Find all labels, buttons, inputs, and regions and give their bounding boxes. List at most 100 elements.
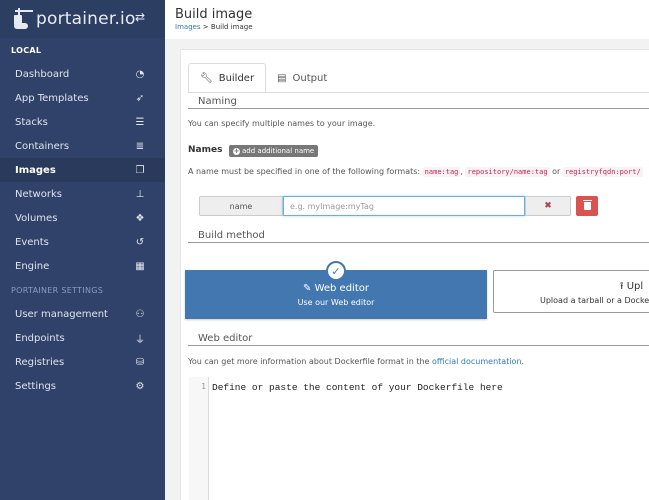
cubes-icon: ❖ <box>135 212 145 224</box>
tab-label: Builder <box>218 72 255 84</box>
section-local-header: LOCAL <box>0 38 165 62</box>
line-number: 1 <box>201 382 206 391</box>
web-editor-option-subtitle: Use our Web editor <box>297 298 375 307</box>
database-icon: ⛁ <box>135 356 145 368</box>
sidebar-item-label: Registries <box>15 356 65 368</box>
image-name-row: name ✖ <box>199 196 571 216</box>
add-additional-name-button[interactable]: + add additional name <box>229 145 319 157</box>
tab-bar: 🔧︎ Builder ▤ Output <box>188 63 338 93</box>
sidebar-item-registries[interactable]: Registries ⛁ <box>0 350 165 374</box>
times-icon: ✖ <box>544 201 552 211</box>
breadcrumb-current: Build image <box>210 23 253 31</box>
sidebar-item-endpoints[interactable]: Endpoints ⏚ <box>0 326 165 350</box>
sidebar-item-label: Images <box>15 164 56 176</box>
naming-section-title: Naming <box>198 96 237 107</box>
portainer-logo-icon[interactable] <box>14 7 34 31</box>
naming-help-text: You can specify multiple names to your i… <box>188 119 376 128</box>
breadcrumb-separator: > <box>200 23 211 31</box>
breadcrumb-link-images[interactable]: Images <box>175 23 201 31</box>
image-name-input[interactable] <box>283 196 525 216</box>
sidebar-item-label: Volumes <box>15 212 58 224</box>
sidebar-item-label: Settings <box>15 380 57 392</box>
upload-option-subtitle: Upload a tarball or a Docke <box>540 296 649 305</box>
remove-name-button[interactable] <box>576 196 598 216</box>
naming-section-rule <box>188 108 649 109</box>
sidebar-item-label: Engine <box>15 260 50 272</box>
tachometer-icon: ◔ <box>135 68 145 80</box>
editor-placeholder-line: Define or paste the content of your Dock… <box>212 382 503 393</box>
web-editor-option-title: ✎ Web editor <box>185 283 487 294</box>
help-suffix: . <box>521 357 525 366</box>
edit-icon: ✎ <box>303 283 312 294</box>
name-addon-label: name <box>199 196 283 216</box>
sidebar-item-label: Networks <box>15 188 62 200</box>
official-documentation-link[interactable]: official documentation <box>432 357 522 366</box>
names-label: Names <box>188 145 223 155</box>
add-additional-name-label: add additional name <box>242 147 315 155</box>
wrench-icon: 🔧︎ <box>200 72 213 84</box>
build-method-upload[interactable]: ⭱ Upl Upload a tarball or a Docke <box>493 270 649 313</box>
cogs-icon: ⚙ <box>135 380 145 392</box>
sidebar-item-app-templates[interactable]: App Templates ➶ <box>0 86 165 110</box>
sidebar-item-user-management[interactable]: User management ⚇ <box>0 302 165 326</box>
upload-icon: ⭱ <box>620 281 624 292</box>
sidebar-item-events[interactable]: Events ↺ <box>0 230 165 254</box>
dockerfile-editor[interactable]: 1 Define or paste the content of your Do… <box>189 377 649 500</box>
format-registry-fqdn: registryfqdn:port/ <box>562 167 643 177</box>
format-repository-name-tag: repository/name:tag <box>465 167 550 177</box>
clone-icon: ❐ <box>135 164 145 176</box>
app-root: portainer.io ⇄ LOCAL Dashboard ◔ App Tem… <box>0 0 649 500</box>
build-method-section-rule <box>188 242 649 243</box>
format-or: or <box>549 167 563 176</box>
sidebar-item-label: Events <box>15 236 49 248</box>
sidebar-item-label: User management <box>15 308 108 320</box>
upload-option-label: Upl <box>626 281 644 292</box>
brand-name[interactable]: portainer.io <box>36 9 136 29</box>
th-list-icon: ☰ <box>135 116 145 128</box>
sidebar-item-stacks[interactable]: Stacks ☰ <box>0 110 165 134</box>
sidebar-item-label: App Templates <box>15 92 89 104</box>
users-icon: ⚇ <box>135 308 145 320</box>
format-prefix: A name must be specified in one of the f… <box>188 167 423 176</box>
tab-output[interactable]: ▤ Output <box>266 63 338 93</box>
history-icon: ↺ <box>135 236 145 248</box>
rocket-icon: ➶ <box>135 92 145 104</box>
web-editor-option-label: Web editor <box>314 283 369 294</box>
section-settings-header: PORTAINER SETTINGS <box>11 285 104 295</box>
format-name-tag: name:tag <box>422 167 461 177</box>
web-editor-help-text: You can get more information about Docke… <box>188 357 524 366</box>
selected-check-icon: ✓ <box>326 261 346 281</box>
plug-icon: ⏚ <box>135 334 145 346</box>
tab-label: Output <box>292 72 328 84</box>
sidebar-item-networks[interactable]: Networks ⊥ <box>0 182 165 206</box>
sidebar-item-containers[interactable]: Containers ≣ <box>0 134 165 158</box>
sidebar-item-dashboard[interactable]: Dashboard ◔ <box>0 62 165 86</box>
brand-bar: portainer.io ⇄ <box>0 0 165 38</box>
sidebar-item-engine[interactable]: Engine ▦ <box>0 254 165 278</box>
exchange-icon[interactable]: ⇄ <box>133 10 147 24</box>
sidebar-item-settings[interactable]: Settings ⚙ <box>0 374 165 398</box>
sidebar-item-label: Stacks <box>15 116 48 128</box>
sidebar-item-label: Endpoints <box>15 332 65 344</box>
th-icon: ▦ <box>135 260 145 272</box>
sidebar: portainer.io ⇄ LOCAL Dashboard ◔ App Tem… <box>0 0 165 500</box>
tab-divider <box>188 92 649 93</box>
editor-gutter: 1 <box>189 377 209 500</box>
web-editor-section-rule <box>188 345 649 346</box>
server-icon: ≣ <box>135 140 145 152</box>
page-header: Build image Images > Build image <box>165 0 649 39</box>
sidebar-item-label: Dashboard <box>15 68 70 80</box>
trash-icon <box>582 200 592 210</box>
sitemap-icon: ⊥ <box>135 188 145 200</box>
sidebar-item-label: Containers <box>15 140 70 152</box>
plus-circle-icon: + <box>233 146 240 155</box>
tab-builder[interactable]: 🔧︎ Builder <box>188 63 267 93</box>
breadcrumb: Images > Build image <box>175 23 253 31</box>
sidebar-item-images[interactable]: Images ❐ <box>0 158 165 182</box>
clear-name-button[interactable]: ✖ <box>525 196 571 216</box>
sidebar-item-volumes[interactable]: Volumes ❖ <box>0 206 165 230</box>
help-prefix: You can get more information about Docke… <box>188 357 433 366</box>
file-icon: ▤ <box>277 72 287 84</box>
web-editor-section-title: Web editor <box>198 333 253 344</box>
name-format-help: A name must be specified in one of the f… <box>188 167 643 177</box>
